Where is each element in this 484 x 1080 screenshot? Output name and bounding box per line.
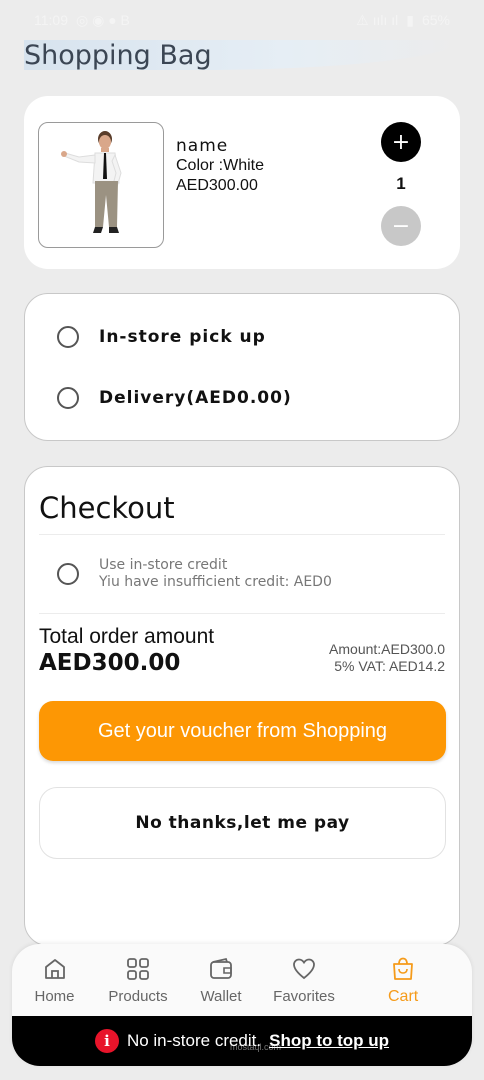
shop-to-top-up-link[interactable]: Shop to top up (269, 1031, 389, 1051)
status-right: ⚠ ıılı ıl ▮ 65% (356, 12, 450, 29)
item-color: Color :White (176, 157, 265, 174)
nav-item-home[interactable]: Home (32, 956, 77, 1005)
credit-radio[interactable] (57, 563, 79, 585)
delivery-radio[interactable] (57, 387, 79, 409)
nav-label-home: Home (34, 988, 75, 1005)
in-store-credit-option[interactable]: Use in-store credit Yiu have insufficien… (57, 557, 332, 591)
wallet-icon (210, 957, 232, 979)
no-thanks-pay-button[interactable]: No thanks,let me pay (39, 787, 446, 859)
item-quantity: 1 (396, 174, 406, 193)
item-price: AED300.00 (176, 177, 258, 194)
plus-icon: + (391, 129, 411, 155)
page-header: Shopping Bag (0, 38, 484, 74)
total-value: AED300.00 (39, 650, 181, 676)
pickup-radio[interactable] (57, 326, 79, 348)
watermark: mostaql.com (230, 1042, 282, 1052)
credit-text: Use in-store credit Yiu have insufficien… (99, 557, 332, 591)
nav-label-products: Products (108, 988, 168, 1005)
minus-icon: − (391, 213, 411, 239)
battery-level: 65% (421, 12, 450, 28)
nav-item-cart[interactable]: Cart (388, 956, 418, 1006)
price-breakdown: Amount:AED300.0 5% VAT: AED14.2 (329, 641, 445, 675)
checkout-card: Checkout Use in-store credit Yiu have in… (24, 466, 460, 946)
product-person-illustration (61, 131, 122, 233)
total-label: Total order amount (39, 625, 215, 648)
heart-icon (293, 958, 315, 980)
bag-icon (393, 957, 414, 980)
cart-item-card: name Color :White AED300.00 + 1 − (24, 96, 460, 269)
page-title: Shopping Bag (24, 40, 212, 71)
status-time: 11:09 (34, 12, 68, 28)
increase-quantity-button[interactable]: + (381, 122, 421, 162)
notification-icons: ◎ ◉ ● В (76, 11, 130, 28)
item-info: name Color :White AED300.00 (176, 136, 264, 196)
status-left: 11:09 ◎ ◉ ● В (34, 12, 130, 29)
credit-note: Yiu have insufficient credit: AED0 (99, 574, 332, 590)
nav-label-favorites: Favorites (273, 988, 335, 1005)
signal-icon: ⚠ ıılı ıl (356, 11, 399, 28)
order-total: Total order amount AED300.00 (39, 625, 214, 676)
vat-value: 5% VAT: AED14.2 (334, 658, 445, 674)
grid-icon (127, 958, 149, 980)
option-delivery[interactable]: Delivery(AED0.00) (57, 387, 292, 409)
nav-label-wallet: Wallet (200, 988, 242, 1005)
pickup-label: In-store pick up (99, 327, 266, 347)
decrease-quantity-button[interactable]: − (381, 206, 421, 246)
nav-label-cart: Cart (388, 988, 419, 1005)
item-name: name (176, 136, 229, 156)
divider (39, 613, 445, 614)
nav-items: Home Products Wallet Favorites Cart (12, 944, 472, 1016)
home-icon (44, 959, 65, 979)
get-voucher-button[interactable]: Get your voucher from Shopping (39, 701, 446, 761)
nav-item-favorites[interactable]: Favorites (270, 956, 338, 1005)
product-image[interactable] (38, 122, 164, 248)
battery-icon: ▮ (406, 11, 414, 28)
amount-value: Amount:AED300.0 (329, 641, 445, 657)
info-icon: i (94, 1029, 119, 1053)
credit-notice-bar: i No in-store credit. Shop to top up (12, 1016, 472, 1066)
checkout-title: Checkout (39, 491, 175, 525)
nav-item-wallet[interactable]: Wallet (196, 956, 246, 1005)
delivery-label: Delivery(AED0.00) (99, 388, 292, 408)
option-in-store-pickup[interactable]: In-store pick up (57, 326, 266, 348)
nav-item-products[interactable]: Products (102, 956, 174, 1005)
status-bar: 11:09 ◎ ◉ ● В ⚠ ıılı ıl ▮ 65% (0, 0, 484, 40)
fulfillment-options-card: In-store pick up Delivery(AED0.00) (24, 293, 460, 441)
divider (39, 534, 445, 535)
credit-option-label: Use in-store credit (99, 557, 228, 573)
